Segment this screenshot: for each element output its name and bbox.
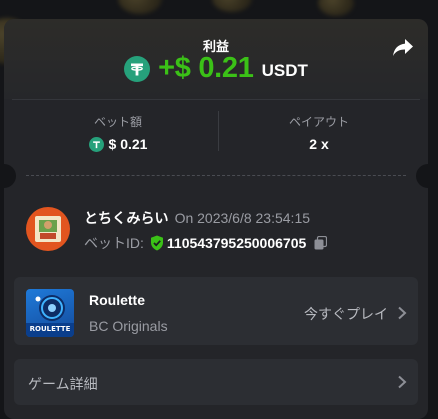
tether-icon	[88, 136, 104, 152]
username[interactable]: とちくみらい	[84, 210, 169, 226]
tether-icon	[124, 55, 151, 82]
bet-id-value: 110543795250006705	[166, 235, 307, 251]
game-details-button[interactable]: ゲーム詳細	[14, 359, 418, 405]
game-provider: BC Originals	[89, 318, 168, 334]
ticket-notch-right	[416, 164, 428, 188]
payout-value: 2 x	[309, 136, 329, 152]
chevron-right-icon	[397, 306, 407, 320]
thumbnail-caption: ROULETTE	[29, 325, 71, 333]
chevron-right-icon	[397, 375, 407, 389]
bet-amount-label: ベット額	[93, 115, 142, 129]
profit-row: +$ 0.21 USDT	[4, 52, 428, 85]
share-icon[interactable]	[392, 38, 414, 58]
bet-id-row: ベットID: 110543795250006705	[84, 233, 328, 253]
background-coin	[118, 0, 162, 14]
play-now-button[interactable]: 今すぐプレイ	[304, 304, 388, 324]
payout-label: ペイアウト	[288, 115, 349, 129]
game-details-label: ゲーム詳細	[28, 376, 98, 392]
roulette-thumbnail: ROULETTE	[26, 289, 74, 337]
bet-id-label: ベットID:	[84, 235, 144, 251]
game-name: Roulette	[89, 292, 145, 308]
dashed-separator	[26, 175, 406, 176]
bet-timestamp: On 2023/6/8 23:54:15	[174, 210, 311, 226]
game-card[interactable]: ROULETTE Roulette BC Originals 今すぐプレイ	[14, 277, 418, 345]
background-coin	[212, 0, 252, 12]
verified-shield-icon	[150, 235, 164, 251]
bet-amount-stat: ベット額 $ 0.21	[18, 113, 218, 152]
profit-currency: USDT	[261, 60, 308, 80]
profit-amount: +$ 0.21	[158, 52, 254, 84]
payout-stat: ペイアウト 2 x	[219, 113, 419, 152]
user-info-row: とちくみらい On 2023/6/8 23:54:15	[84, 208, 310, 228]
bet-detail-card: 利益 +$ 0.21 USDT ベット額 $ 0.21 ペイアウト 2 x とち…	[4, 19, 428, 419]
copy-icon[interactable]	[314, 236, 328, 250]
header-divider	[12, 99, 420, 100]
avatar[interactable]	[26, 207, 70, 251]
background-coin	[318, 0, 354, 16]
bet-amount-value: $ 0.21	[108, 136, 148, 152]
ticket-notch-left	[4, 164, 16, 188]
